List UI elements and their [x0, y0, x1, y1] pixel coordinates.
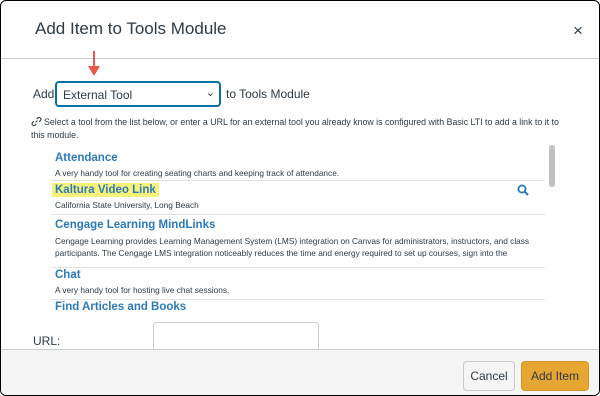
tool-item-find-articles-and-books[interactable]: Find Articles and Books: [51, 300, 545, 314]
item-type-selected-value: External Tool: [63, 88, 133, 102]
add-suffix-label: to Tools Module: [226, 87, 310, 101]
add-item-dialog: Add Item to Tools Module × Add External …: [0, 0, 600, 396]
tool-name-highlight: Kaltura Video Link: [52, 183, 159, 197]
chevron-down-icon: ⌄: [205, 87, 215, 99]
item-type-select[interactable]: External Tool ⌄: [55, 81, 221, 107]
dialog-footer: Cancel Add Item: [1, 349, 599, 395]
tool-description: A very handy tool for hosting live chat …: [55, 285, 230, 295]
add-prefix-label: Add: [33, 87, 55, 101]
tool-description: Cengage Learning provides Learning Manag…: [55, 236, 530, 258]
search-icon[interactable]: [517, 184, 529, 196]
tool-name[interactable]: Find Articles and Books: [55, 301, 186, 313]
add-item-button[interactable]: Add Item: [521, 361, 589, 391]
arrow-down-icon: [88, 51, 100, 76]
dialog-title: Add Item to Tools Module: [35, 19, 227, 38]
url-label: URL:: [33, 334, 61, 348]
tool-name[interactable]: Cengage Learning MindLinks: [55, 219, 215, 231]
url-input[interactable]: [153, 322, 319, 352]
tool-item-chat[interactable]: Chat A very handy tool for hosting live …: [51, 268, 545, 300]
instructions-label: Select a tool from the list below, or en…: [31, 117, 559, 140]
instructions-text: Select a tool from the list below, or en…: [31, 116, 571, 142]
tool-item-attendance[interactable]: Attendance A very handy tool for creatin…: [51, 144, 545, 181]
scrollbar-thumb[interactable]: [549, 145, 555, 187]
tool-list[interactable]: Attendance A very handy tool for creatin…: [51, 144, 559, 314]
tool-item-cengage-learning-mindlinks[interactable]: Cengage Learning MindLinks Cengage Learn…: [51, 215, 545, 268]
tool-name[interactable]: Chat: [55, 269, 81, 281]
tool-name[interactable]: Kaltura Video Link: [52, 183, 159, 197]
tool-name[interactable]: Attendance: [55, 152, 118, 164]
tool-description: A very handy tool for creating seating c…: [55, 168, 340, 178]
tool-description: California State University, Long Beach: [55, 200, 199, 210]
tool-item-kaltura-video-link[interactable]: Kaltura Video Link California State Univ…: [51, 181, 545, 215]
link-icon: [31, 116, 42, 127]
cancel-button[interactable]: Cancel: [463, 361, 515, 391]
close-icon[interactable]: ×: [573, 21, 583, 41]
